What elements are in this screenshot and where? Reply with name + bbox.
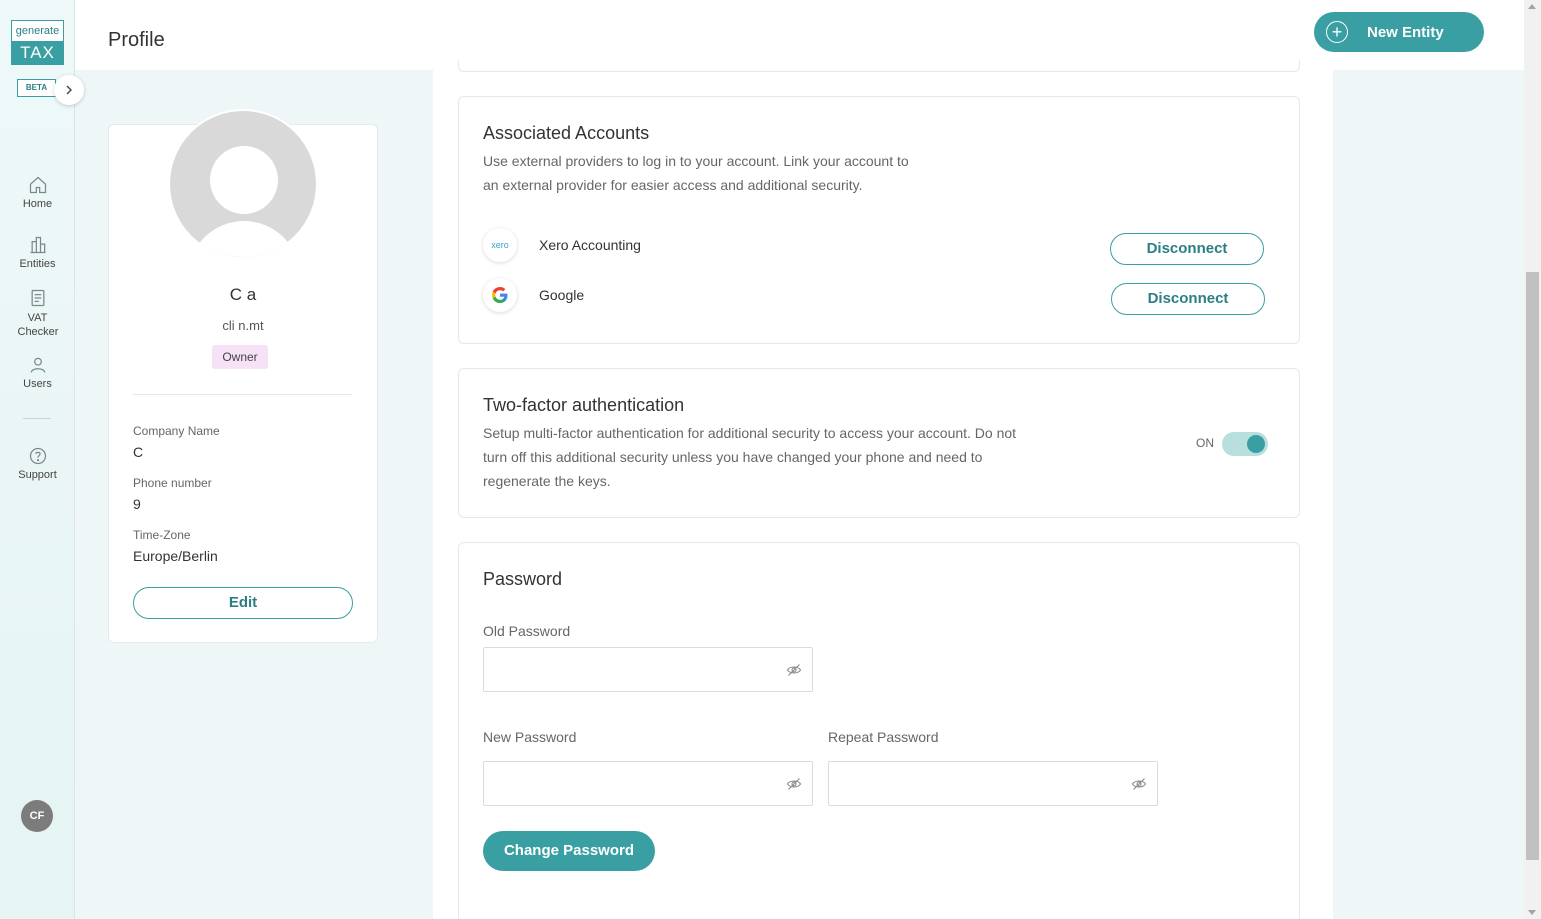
user-email: cli n.mt [222, 318, 264, 333]
change-password-button[interactable]: Change Password [483, 831, 655, 871]
two-factor-description: Setup multi-factor authentication for ad… [483, 425, 1017, 489]
profile-avatar [168, 109, 318, 259]
sidebar-item-entities[interactable]: Entities [0, 235, 75, 270]
disconnect-xero-button[interactable]: Disconnect [1110, 233, 1264, 265]
help-icon [29, 447, 46, 465]
timezone-value: Europe/Berlin [133, 548, 218, 564]
repeat-password-field [828, 761, 1158, 806]
sidebar-item-label: Home [22, 198, 53, 210]
card-divider [133, 394, 352, 395]
page-scrollbar[interactable] [1524, 0, 1541, 919]
scrollbar-thumb[interactable] [1526, 272, 1539, 860]
previous-section-card [458, 60, 1300, 72]
chevron-right-icon [66, 85, 72, 95]
scroll-up-icon[interactable] [1528, 4, 1536, 9]
sidebar-item-home[interactable]: Home [0, 175, 75, 210]
phone-number-label: Phone number [133, 476, 212, 490]
associated-accounts-title: Associated Accounts [483, 123, 650, 143]
google-icon [483, 278, 517, 312]
sidebar-item-label: Users [23, 378, 52, 390]
two-factor-toggle[interactable] [1222, 432, 1268, 456]
timezone-label: Time-Zone [133, 528, 191, 542]
user-name: C a [229, 285, 257, 304]
home-icon [29, 176, 46, 194]
account-name-google: Google [539, 287, 585, 303]
settings-column: Associated Accounts Use external provide… [433, 60, 1333, 919]
sidebar-divider [23, 418, 51, 419]
repeat-password-label: Repeat Password [828, 729, 939, 745]
two-factor-title: Two-factor authentication [483, 395, 685, 415]
logo-bottom-text: TAX [12, 41, 63, 64]
sidebar-item-vat-checker[interactable]: VAT Checker [0, 288, 75, 339]
eye-off-icon[interactable] [786, 776, 802, 792]
disconnect-google-button[interactable]: Disconnect [1111, 283, 1265, 315]
scroll-down-icon[interactable] [1528, 910, 1536, 915]
company-name-label: Company Name [133, 424, 220, 438]
new-entity-label: New Entity [1367, 23, 1444, 41]
phone-number-value: 9 [133, 496, 141, 512]
beta-badge: BETA [17, 79, 56, 97]
user-avatar[interactable]: CF [21, 800, 53, 832]
sidebar: generate TAX BETA Home Entities VAT Chec… [0, 0, 75, 919]
eye-off-icon[interactable] [1131, 776, 1147, 792]
generate-tax-logo[interactable]: generate TAX [11, 20, 64, 65]
expand-sidebar-button[interactable] [54, 75, 84, 105]
sidebar-item-label: VAT Checker [17, 312, 59, 338]
buildings-icon [30, 236, 45, 254]
edit-profile-button[interactable]: Edit [133, 587, 353, 619]
new-password-label: New Password [483, 729, 577, 745]
plus-icon: + [1326, 21, 1348, 43]
page-title: Profile [108, 29, 165, 51]
new-password-field [483, 761, 813, 806]
associated-accounts-card: Associated Accounts Use external provide… [458, 96, 1300, 344]
toggle-knob [1247, 435, 1265, 453]
user-icon [30, 357, 45, 373]
repeat-password-input[interactable] [829, 762, 1119, 805]
two-factor-status-label: ON [1196, 436, 1214, 450]
sidebar-item-support[interactable]: Support [0, 446, 75, 481]
new-password-input[interactable] [484, 762, 774, 805]
company-name-value: C [133, 444, 144, 460]
old-password-label: Old Password [483, 623, 571, 639]
sidebar-item-label: Support [18, 469, 57, 481]
account-name-xero: Xero Accounting [539, 237, 641, 253]
sidebar-item-label: Entities [19, 258, 56, 270]
password-title: Password [483, 569, 563, 589]
new-entity-button[interactable]: + New Entity [1314, 12, 1484, 52]
logo-top-text: generate [15, 25, 60, 37]
xero-icon: xero [483, 228, 517, 262]
associated-accounts-description: Use external providers to log in to your… [483, 153, 909, 193]
old-password-input[interactable] [484, 648, 774, 691]
sidebar-item-users[interactable]: Users [0, 355, 75, 390]
eye-off-icon[interactable] [786, 662, 802, 678]
role-badge: Owner [212, 345, 268, 369]
document-icon [31, 289, 44, 307]
password-card: Password Old Password New Password Repea… [458, 542, 1300, 919]
old-password-field [483, 647, 813, 692]
two-factor-card: Two-factor authentication Setup multi-fa… [458, 368, 1300, 518]
